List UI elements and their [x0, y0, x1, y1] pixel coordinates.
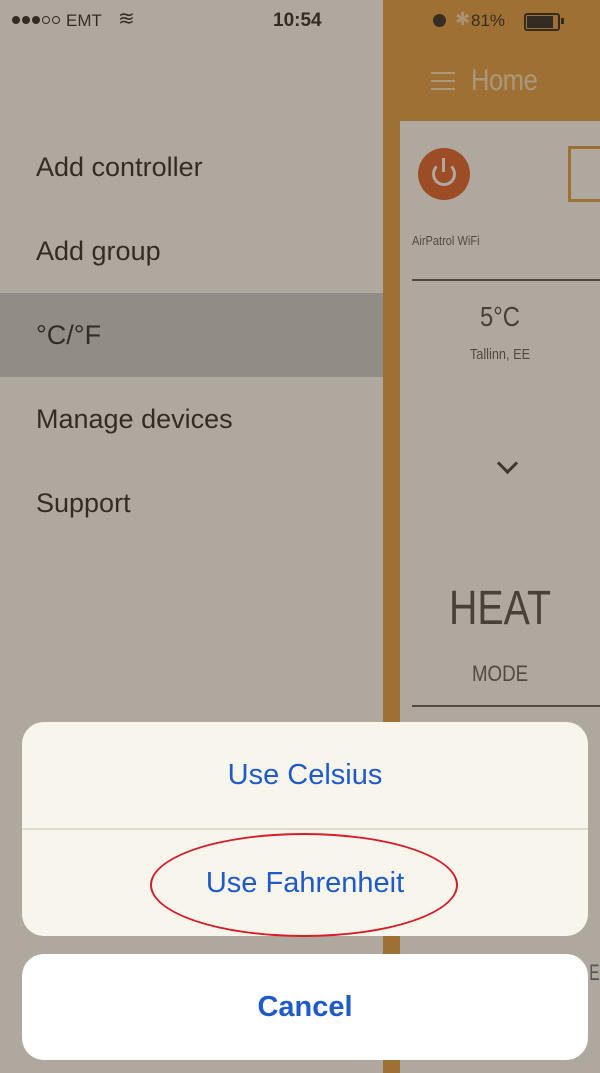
- use-celsius-button[interactable]: Use Celsius: [22, 722, 588, 828]
- use-fahrenheit-button[interactable]: Use Fahrenheit: [22, 830, 588, 936]
- cancel-sheet: Cancel: [22, 954, 588, 1060]
- action-sheet: Use Celsius Use Fahrenheit: [22, 722, 588, 936]
- underlying-text-fragment: E: [589, 960, 600, 985]
- cancel-button[interactable]: Cancel: [22, 954, 588, 1060]
- app-screen: ✱ 81% Home AirPatrol WiFi 5°C Tallinn, E…: [0, 0, 600, 1073]
